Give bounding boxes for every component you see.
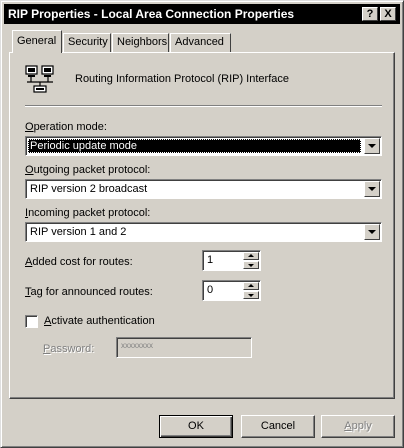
tag-value[interactable]: 0 [207, 284, 213, 296]
ok-button[interactable]: OK [159, 415, 233, 438]
activate-authentication-label[interactable]: Activate authentication [44, 315, 155, 327]
operation-mode-value: Periodic update mode [28, 139, 361, 153]
cancel-button[interactable]: Cancel [241, 415, 315, 438]
password-field[interactable]: xxxxxxxx [116, 337, 252, 358]
tab-general[interactable]: General [12, 30, 62, 53]
activate-authentication-checkbox[interactable] [25, 315, 38, 328]
tab-security[interactable]: Security [63, 33, 111, 52]
operation-mode-label: Operation mode: [25, 121, 107, 133]
operation-mode-select[interactable]: Periodic update mode [25, 136, 382, 156]
tag-stepper[interactable]: 0 [202, 280, 261, 301]
spin-down-icon[interactable] [243, 261, 259, 269]
chevron-down-icon[interactable] [364, 224, 380, 240]
separator [25, 105, 382, 107]
incoming-protocol-value: RIP version 1 and 2 [30, 226, 127, 238]
apply-button[interactable]: Apply [321, 415, 395, 438]
dialog-window: RIP Properties - Local Area Connection P… [0, 0, 404, 448]
added-cost-stepper[interactable]: 1 [202, 250, 261, 271]
chevron-down-icon[interactable] [364, 181, 380, 197]
outgoing-protocol-select[interactable]: RIP version 2 broadcast [25, 179, 382, 199]
tab-advanced[interactable]: Advanced [170, 33, 231, 52]
spin-up-icon[interactable] [243, 282, 259, 290]
help-button[interactable]: ? [362, 7, 378, 21]
tab-neighbors[interactable]: Neighbors [112, 33, 169, 52]
tag-label: Tag for announced routes: [25, 286, 153, 298]
added-cost-value[interactable]: 1 [207, 254, 213, 266]
outgoing-protocol-value: RIP version 2 broadcast [30, 183, 148, 195]
password-label: Password: [43, 343, 95, 355]
added-cost-label: Added cost for routes: [25, 256, 133, 268]
window-title: RIP Properties - Local Area Connection P… [8, 7, 295, 21]
title-bar: RIP Properties - Local Area Connection P… [4, 4, 400, 24]
network-computers-icon [25, 65, 54, 93]
spin-down-icon[interactable] [243, 291, 259, 299]
close-button[interactable]: X [380, 7, 396, 21]
incoming-protocol-label: Incoming packet protocol: [25, 207, 151, 219]
incoming-protocol-select[interactable]: RIP version 1 and 2 [25, 222, 382, 242]
chevron-down-icon[interactable] [364, 138, 380, 154]
interface-heading: Routing Information Protocol (RIP) Inter… [75, 73, 289, 85]
spin-up-icon[interactable] [243, 252, 259, 260]
outgoing-protocol-label: Outgoing packet protocol: [25, 164, 151, 176]
